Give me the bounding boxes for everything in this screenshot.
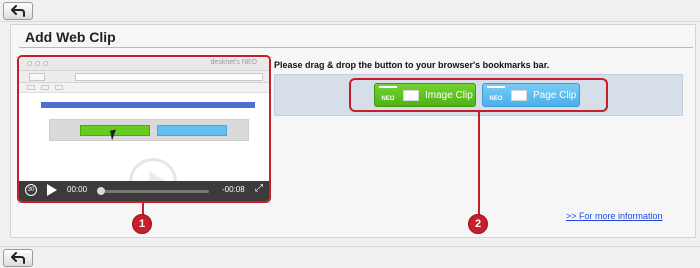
callout-1-badge: 1 (132, 214, 152, 234)
browser-titlebar: desknet's NEO (19, 57, 269, 71)
image-icon (403, 89, 419, 101)
nav-buttons (29, 73, 45, 81)
image-clip-label: Image Clip (425, 89, 473, 101)
neo-logo-icon: NEO (379, 86, 397, 104)
back-arrow-icon (11, 252, 25, 264)
rewind-30-icon[interactable]: 30 (25, 184, 37, 196)
url-bar (75, 73, 263, 81)
page-icon (511, 89, 527, 101)
video-controls: 30 00:00 -00:08 ⤢ (19, 181, 269, 201)
page-header-strip (41, 102, 255, 108)
top-toolbar (0, 0, 700, 22)
remaining-time: -00:08 (222, 185, 245, 194)
bottom-toolbar (0, 246, 700, 268)
demo-bookmark-area (49, 119, 249, 141)
drag-drop-instruction: Please drag & drop the button to your br… (274, 60, 550, 70)
browser-navbar (19, 71, 269, 83)
seek-knob[interactable] (97, 187, 105, 195)
bookmark-icons (27, 85, 63, 90)
current-time: 00:00 (67, 185, 88, 194)
neo-logo-icon: NEO (487, 86, 505, 104)
title-divider (19, 47, 693, 48)
demo-page-clip-button (157, 125, 227, 136)
back-button[interactable] (3, 249, 33, 267)
browser-title: desknet's NEO (210, 59, 257, 66)
back-arrow-icon (11, 5, 25, 17)
back-button[interactable] (3, 2, 33, 20)
tutorial-video-player[interactable]: desknet's NEO 30 00:00 -00:08 ⤢ (17, 55, 271, 203)
image-clip-button[interactable]: NEO Image Clip (374, 83, 476, 107)
bookmarks-row (19, 83, 269, 93)
more-information-link[interactable]: >> For more information (566, 211, 663, 221)
page-clip-button[interactable]: NEO Page Clip (482, 83, 580, 107)
play-icon[interactable] (47, 184, 57, 196)
callout-2-pointer (478, 112, 480, 216)
seek-bar[interactable] (99, 190, 209, 193)
page-clip-label: Page Clip (533, 89, 577, 101)
page-title: Add Web Clip (25, 29, 116, 45)
callout-2-badge: 2 (468, 214, 488, 234)
fullscreen-icon[interactable]: ⤢ (255, 183, 263, 194)
window-controls (27, 61, 48, 66)
